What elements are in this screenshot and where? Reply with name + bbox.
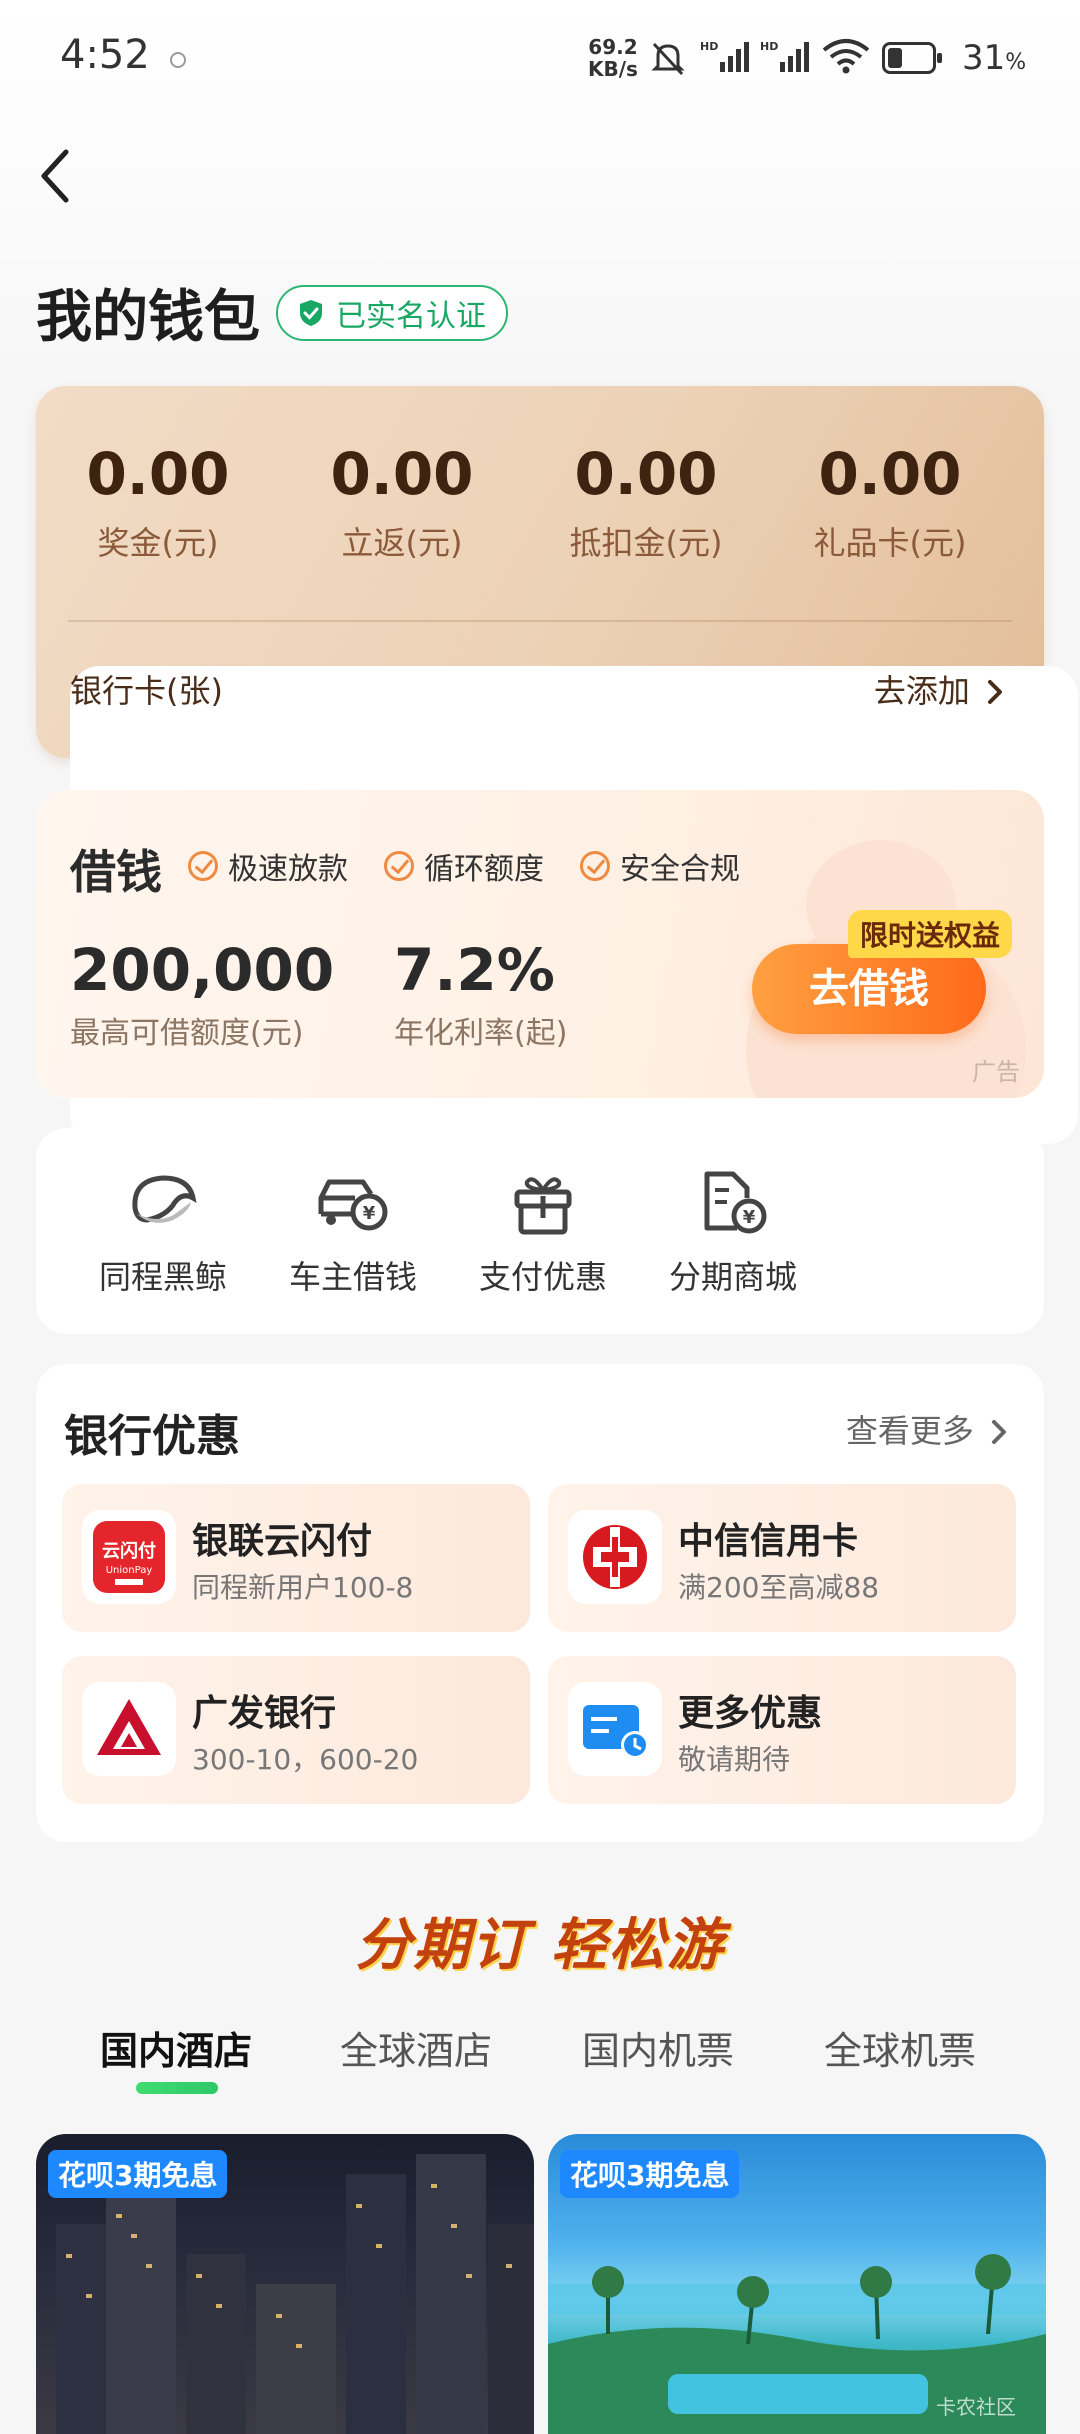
svg-text:HD: HD bbox=[700, 40, 718, 53]
offer-desc: 满200至高减88 bbox=[678, 1571, 880, 1604]
network-speed: 69.2 KB/s bbox=[588, 35, 638, 81]
ad-label: 广告 bbox=[972, 1058, 1020, 1086]
wallet-label: 奖金(元) bbox=[97, 524, 219, 562]
mute-bell-icon bbox=[651, 42, 685, 76]
svg-text:云闪付: 云闪付 bbox=[102, 1540, 156, 1562]
shield-check-icon bbox=[300, 300, 322, 326]
loan-amount: 200,000 bbox=[70, 936, 335, 1004]
offer-desc: 同程新用户100-8 bbox=[192, 1571, 414, 1604]
quick-entry-whale[interactable]: 同程黑鲸 bbox=[68, 1168, 258, 1298]
wallet-rebate[interactable]: 0.00 立返(元) bbox=[280, 440, 524, 564]
section-title: 银行优惠 bbox=[64, 1411, 240, 1462]
whale-icon bbox=[132, 1175, 197, 1223]
quick-entry-label: 支付优惠 bbox=[478, 1258, 607, 1296]
more-offers-icon bbox=[568, 1682, 662, 1776]
signal-icon: HD bbox=[700, 40, 749, 72]
verified-badge: 已实名认证 bbox=[276, 285, 508, 341]
back-arrow-icon[interactable] bbox=[36, 146, 76, 206]
loan-title: 借钱 bbox=[70, 845, 162, 899]
loan-tag: 安全合规 bbox=[580, 844, 740, 888]
citic-logo bbox=[568, 1510, 662, 1604]
quick-entry-pay-discount[interactable]: 支付优惠 bbox=[448, 1168, 638, 1298]
offer-name: 更多优惠 bbox=[678, 1693, 823, 1734]
quick-entry-car-loan[interactable]: ¥ 车主借钱 bbox=[258, 1168, 448, 1298]
huabei-badge: 花呗3期免息 bbox=[48, 2150, 228, 2198]
wallet-deduction[interactable]: 0.00 抵扣金(元) bbox=[524, 440, 768, 564]
quick-entry-label: 分期商城 bbox=[668, 1258, 797, 1296]
loan-tag: 极速放款 bbox=[188, 844, 348, 888]
offer-name: 中信信用卡 bbox=[678, 1521, 859, 1562]
chevron-right-icon bbox=[988, 680, 1002, 704]
tab-global-hotel[interactable]: 全球酒店 bbox=[340, 2020, 492, 2075]
wallet-label: 立返(元) bbox=[341, 524, 463, 562]
check-circle-icon bbox=[384, 851, 414, 881]
gift-icon bbox=[514, 1177, 572, 1235]
offer-card-cgb[interactable]: 广发银行 300-10，600-20 bbox=[62, 1656, 530, 1804]
cgb-logo bbox=[82, 1682, 176, 1776]
bank-offers-section: 银行优惠 查看更多 云闪付 UnionPay 银联云闪付 同程新用户100-8 bbox=[36, 1364, 1044, 1842]
svg-text:¥: ¥ bbox=[743, 1207, 756, 1228]
signal-icon-2: HD bbox=[760, 40, 809, 72]
quick-entry-label: 车主借钱 bbox=[288, 1258, 417, 1296]
wallet-value: 0.00 bbox=[86, 440, 230, 508]
divider bbox=[68, 620, 1012, 622]
status-bar: 4:52 69.2 KB/s HD HD 31% bbox=[0, 0, 1080, 120]
wallet-giftcard[interactable]: 0.00 礼品卡(元) bbox=[768, 440, 1012, 564]
tab-domestic-hotel[interactable]: 国内酒店 bbox=[100, 2020, 252, 2075]
offer-card-unionpay[interactable]: 云闪付 UnionPay 银联云闪付 同程新用户100-8 bbox=[62, 1484, 530, 1632]
tab-global-flight[interactable]: 全球机票 bbox=[824, 2020, 976, 2075]
car-loan-icon: ¥ bbox=[318, 1179, 388, 1231]
battery-icon bbox=[882, 42, 942, 74]
svg-text:HD: HD bbox=[760, 40, 778, 53]
installment-mall-icon: ¥ bbox=[704, 1171, 767, 1234]
status-time: 4:52 bbox=[60, 32, 150, 78]
quick-entry-installment-mall[interactable]: ¥ 分期商城 bbox=[638, 1168, 828, 1298]
offer-card-more[interactable]: 更多优惠 敬请期待 bbox=[548, 1656, 1016, 1804]
offer-name: 广发银行 bbox=[192, 1693, 337, 1734]
wallet-bonus[interactable]: 0.00 奖金(元) bbox=[36, 440, 280, 564]
wallet-label: 礼品卡(元) bbox=[813, 524, 967, 562]
loan-rate: 7.2% bbox=[394, 936, 555, 1004]
svg-text:¥: ¥ bbox=[363, 1203, 376, 1224]
promo-banner: 分期订 轻松游 bbox=[0, 1900, 1080, 1981]
wallet-label: 抵扣金(元) bbox=[569, 524, 723, 562]
promo-slogan: 分期订 轻松游 bbox=[355, 1913, 725, 1978]
page-title: 我的钱包 bbox=[36, 285, 260, 350]
offer-card-citic[interactable]: 中信信用卡 满200至高减88 bbox=[548, 1484, 1016, 1632]
offer-desc: 300-10，600-20 bbox=[192, 1743, 419, 1776]
wallet-card: 0.00 奖金(元) 0.00 立返(元) 0.00 抵扣金(元) 0.00 礼… bbox=[36, 386, 1078, 1144]
offer-desc: 敬请期待 bbox=[678, 1743, 791, 1776]
notification-dot-icon bbox=[170, 52, 186, 68]
hotel-card-resort[interactable]: 花呗3期免息 卡农社区 bbox=[548, 2134, 1046, 2434]
hotel-card-city[interactable]: 花呗3期免息 bbox=[36, 2134, 534, 2434]
unionpay-logo: 云闪付 UnionPay bbox=[82, 1510, 176, 1604]
wallet-value: 0.00 bbox=[330, 440, 474, 508]
loan-tag: 循环额度 bbox=[384, 844, 544, 888]
view-more-link[interactable]: 查看更多 bbox=[846, 1406, 1008, 1452]
active-tab-indicator bbox=[136, 2082, 218, 2094]
loan-rate-label: 年化利率(起) bbox=[394, 1016, 568, 1051]
wallet-value: 0.00 bbox=[574, 440, 718, 508]
check-circle-icon bbox=[580, 851, 610, 881]
verified-text: 已实名认证 bbox=[336, 299, 486, 334]
promo-badge: 限时送权益 bbox=[848, 910, 1013, 958]
battery-percent: 31% bbox=[962, 38, 1027, 78]
wifi-icon bbox=[822, 39, 870, 74]
offer-name: 银联云闪付 bbox=[192, 1521, 373, 1562]
loan-amount-label: 最高可借额度(元) bbox=[70, 1016, 304, 1051]
quick-entry-panel: 同程黑鲸 ¥ 车主借钱 支付优惠 ¥ 分期商城 bbox=[36, 1128, 1044, 1334]
watermark: 卡农社区 bbox=[936, 2395, 1016, 2419]
loan-card[interactable]: 借钱 极速放款 循环额度 安全合规 200,000 最高可借额度(元) 7.2%… bbox=[36, 790, 1044, 1098]
tab-domestic-flight[interactable]: 国内机票 bbox=[582, 2020, 734, 2075]
wallet-value: 0.00 bbox=[818, 440, 962, 508]
chevron-right-icon bbox=[992, 1420, 1006, 1444]
svg-text:UnionPay: UnionPay bbox=[106, 1565, 153, 1576]
quick-entry-label: 同程黑鲸 bbox=[98, 1258, 227, 1296]
check-circle-icon bbox=[188, 851, 218, 881]
add-bank-card-link[interactable]: 去添加 bbox=[874, 666, 1004, 712]
huabei-badge: 花呗3期免息 bbox=[560, 2150, 740, 2198]
